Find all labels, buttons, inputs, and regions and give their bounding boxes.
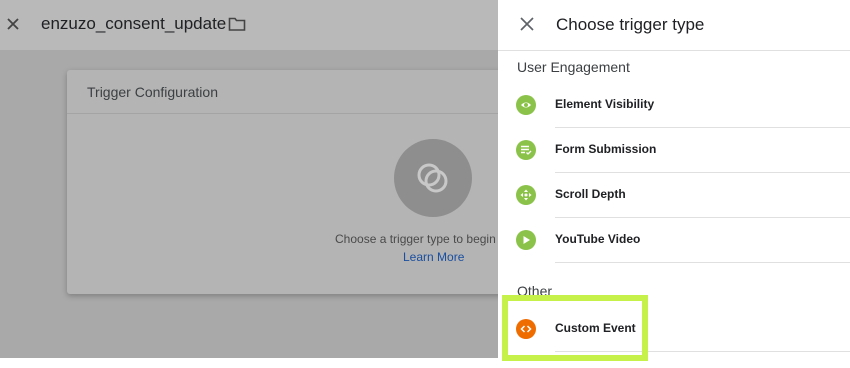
close-icon[interactable] (4, 15, 22, 33)
panel-header: Choose trigger type (498, 0, 850, 51)
tag-name-title[interactable]: enzuzo_consent_update (41, 14, 226, 34)
panel-title: Choose trigger type (556, 15, 705, 34)
trigger-item-form-submission[interactable]: Form Submission (498, 128, 850, 173)
workspace: enzuzo_consent_update Trigger Configurat… (0, 0, 517, 368)
eye-icon (516, 95, 536, 115)
bottom-strip (0, 358, 498, 368)
trigger-item-element-visibility[interactable]: Element Visibility (498, 83, 850, 128)
divider (555, 351, 850, 352)
item-label: YouTube Video (555, 232, 641, 246)
trigger-item-custom-event[interactable]: Custom Event (498, 307, 850, 352)
item-label: Element Visibility (555, 97, 655, 111)
trigger-item-scroll-depth[interactable]: Scroll Depth (498, 173, 850, 218)
form-icon (516, 140, 536, 160)
item-label: Scroll Depth (555, 187, 626, 201)
section-label-user-engagement: User Engagement (517, 59, 630, 75)
close-icon[interactable] (519, 16, 535, 32)
folder-icon[interactable] (228, 15, 246, 33)
trigger-item-youtube-video[interactable]: YouTube Video (498, 218, 850, 263)
section-label-other: Other (517, 283, 553, 299)
choose-trigger-panel: Choose trigger type User Engagement Elem… (498, 0, 850, 368)
code-icon (516, 319, 536, 339)
trigger-configuration-card[interactable]: Trigger Configuration Choose a trigger t… (67, 70, 517, 294)
divider (555, 262, 850, 263)
play-icon (516, 230, 536, 250)
overlapping-circles-icon (417, 163, 448, 193)
learn-more-link[interactable]: Learn More (403, 250, 464, 264)
card-title: Trigger Configuration (87, 84, 218, 100)
card-header: Trigger Configuration (67, 70, 517, 114)
move-arrows-icon (516, 185, 536, 205)
item-label: Custom Event (555, 321, 636, 335)
trigger-placeholder-icon[interactable] (394, 139, 472, 217)
editor-topbar: enzuzo_consent_update (0, 0, 498, 51)
item-label: Form Submission (555, 142, 657, 156)
empty-hint-text: Choose a trigger type to begin s (335, 232, 506, 246)
